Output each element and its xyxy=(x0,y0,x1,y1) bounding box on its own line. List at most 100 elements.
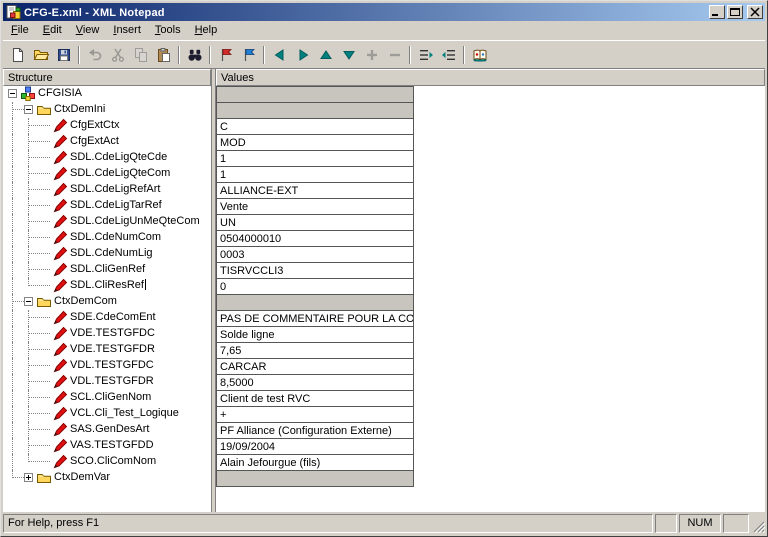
move-down-button[interactable] xyxy=(337,44,360,66)
expand-plus-icon[interactable] xyxy=(24,473,33,482)
tree-guide-line xyxy=(28,173,50,174)
move-right-button[interactable] xyxy=(291,44,314,66)
tree-item-CfgExtCtx[interactable]: CfgExtCtx xyxy=(3,118,211,134)
element-section-row[interactable] xyxy=(216,102,414,119)
value-cell[interactable]: 0504000010 xyxy=(216,230,414,247)
value-cell[interactable]: 1 xyxy=(216,166,414,183)
value-cell[interactable]: 19/09/2004 xyxy=(216,438,414,455)
tree-item-SDL.CdeNumLig[interactable]: SDL.CdeNumLig xyxy=(3,246,211,262)
tree-item-SCL.CliGenNom[interactable]: SCL.CliGenNom xyxy=(3,390,211,406)
delete-button[interactable] xyxy=(383,44,406,66)
folder-icon xyxy=(36,102,52,118)
tree-guide-line xyxy=(12,422,13,438)
element-section-row[interactable] xyxy=(216,470,414,487)
value-cell[interactable]: CARCAR xyxy=(216,358,414,375)
value-cell[interactable]: MOD xyxy=(216,134,414,151)
value-cell[interactable]: 7,65 xyxy=(216,342,414,359)
tree-item-SDL.CdeLigQteCde[interactable]: SDL.CdeLigQteCde xyxy=(3,150,211,166)
menu-insert[interactable]: Insert xyxy=(106,21,148,40)
value-cell[interactable]: ALLIANCE-EXT xyxy=(216,182,414,199)
tree-item-SCO.CliComNom[interactable]: SCO.CliComNom xyxy=(3,454,211,470)
copy-button[interactable] xyxy=(129,44,152,66)
value-cell[interactable]: + xyxy=(216,406,414,423)
menu-file[interactable]: File xyxy=(4,21,36,40)
tree-item-SAS.GenDesArt[interactable]: SAS.GenDesArt xyxy=(3,422,211,438)
menu-view[interactable]: View xyxy=(69,21,107,40)
tree-item-SDL.CdeLigUnMeQteCom[interactable]: SDL.CdeLigUnMeQteCom xyxy=(3,214,211,230)
tree-item-VAS.TESTGFDD[interactable]: VAS.TESTGFDD xyxy=(3,438,211,454)
tree-item-VCL.Cli_Test_Logique[interactable]: VCL.Cli_Test_Logique xyxy=(3,406,211,422)
tree-item-VDE.TESTGFDR[interactable]: VDE.TESTGFDR xyxy=(3,342,211,358)
save-button[interactable] xyxy=(52,44,75,66)
help-button[interactable] xyxy=(468,44,491,66)
cut-button[interactable] xyxy=(106,44,129,66)
app-icon[interactable] xyxy=(5,4,21,20)
tree-item-label: SDE.CdeComEnt xyxy=(68,311,158,324)
cut-icon xyxy=(110,47,126,63)
paste-button[interactable] xyxy=(152,44,175,66)
tree-item-label: VAS.TESTGFDD xyxy=(68,439,156,452)
value-cell[interactable]: C xyxy=(216,118,414,135)
value-cell[interactable]: TISRVCCLI3 xyxy=(216,262,414,279)
tree-guide-line xyxy=(28,406,29,422)
tree-item-SDL.CdeLigRefArt[interactable]: SDL.CdeLigRefArt xyxy=(3,182,211,198)
insert-sibling-button[interactable] xyxy=(237,44,260,66)
tree-item-SDL.CdeNumCom[interactable]: SDL.CdeNumCom xyxy=(3,230,211,246)
value-cell[interactable]: 8,5000 xyxy=(216,374,414,391)
tree-item-CfgExtAct[interactable]: CfgExtAct xyxy=(3,134,211,150)
value-cell[interactable]: Client de test RVC xyxy=(216,390,414,407)
value-cell[interactable]: Solde ligne xyxy=(216,326,414,343)
expand-all-button[interactable] xyxy=(414,44,437,66)
tree-item-CtxDemCom[interactable]: CtxDemCom xyxy=(3,294,211,310)
open-button[interactable] xyxy=(29,44,52,66)
value-cell[interactable]: Vente xyxy=(216,198,414,215)
resize-grip[interactable] xyxy=(751,514,765,533)
menu-help[interactable]: Help xyxy=(188,21,225,40)
value-cell[interactable]: 1 xyxy=(216,150,414,167)
value-cell[interactable]: PAS DE COMMENTAIRE POUR LA CO... xyxy=(216,310,414,327)
value-cell[interactable]: 0 xyxy=(216,278,414,295)
tree-item-SDL.CdeLigQteCom[interactable]: SDL.CdeLigQteCom xyxy=(3,166,211,182)
tree-guide-line xyxy=(28,390,29,406)
collapse-minus-icon[interactable] xyxy=(24,297,33,306)
insert-child-button[interactable] xyxy=(214,44,237,66)
tree-item-VDE.TESTGFDC[interactable]: VDE.TESTGFDC xyxy=(3,326,211,342)
undo-button[interactable] xyxy=(83,44,106,66)
tree-item-SDL.CliGenRef[interactable]: SDL.CliGenRef xyxy=(3,262,211,278)
minimize-button[interactable] xyxy=(709,5,725,19)
tree-item-CtxDemVar[interactable]: CtxDemVar xyxy=(3,470,211,486)
find-button[interactable] xyxy=(183,44,206,66)
new-button[interactable] xyxy=(6,44,29,66)
tree-item-CFGISIA[interactable]: CFGISIA xyxy=(3,86,211,102)
tree-item-SDL.CdeLigTarRef[interactable]: SDL.CdeLigTarRef xyxy=(3,198,211,214)
tree-item-label: CFGISIA xyxy=(36,87,84,100)
tree-item-VDL.TESTGFDC[interactable]: VDL.TESTGFDC xyxy=(3,358,211,374)
tree-item-SDL.CliResRef[interactable]: SDL.CliResRef xyxy=(3,278,211,294)
collapse-all-button[interactable] xyxy=(437,44,460,66)
element-section-row[interactable] xyxy=(216,86,414,103)
collapse-minus-icon[interactable] xyxy=(24,105,33,114)
tree-item-SDE.CdeComEnt[interactable]: SDE.CdeComEnt xyxy=(3,310,211,326)
add-button[interactable] xyxy=(360,44,383,66)
move-up-button[interactable] xyxy=(314,44,337,66)
maximize-button[interactable] xyxy=(727,5,743,19)
value-cell[interactable]: 0003 xyxy=(216,246,414,263)
close-button[interactable] xyxy=(747,5,763,19)
pen-icon xyxy=(52,278,68,294)
move-left-button[interactable] xyxy=(268,44,291,66)
element-section-row[interactable] xyxy=(216,294,414,311)
tree-item-VDL.TESTGFDR[interactable]: VDL.TESTGFDR xyxy=(3,374,211,390)
structure-pane: Structure CFGISIACtxDemIniCfgExtCtxCfgEx… xyxy=(3,69,211,512)
open-folder-icon xyxy=(33,47,49,63)
toolbar-separator xyxy=(409,46,411,64)
menu-edit[interactable]: Edit xyxy=(36,21,69,40)
pen-icon xyxy=(52,118,68,134)
value-cell[interactable]: Alain Jefourgue (fils) xyxy=(216,454,414,471)
value-cell[interactable]: UN xyxy=(216,214,414,231)
pen-icon xyxy=(52,326,68,342)
tree-item-CtxDemIni[interactable]: CtxDemIni xyxy=(3,102,211,118)
value-cell[interactable]: PF Alliance (Configuration Externe) xyxy=(216,422,414,439)
menu-tools[interactable]: Tools xyxy=(148,21,188,40)
collapse-minus-icon[interactable] xyxy=(8,89,17,98)
pen-icon xyxy=(52,406,68,422)
